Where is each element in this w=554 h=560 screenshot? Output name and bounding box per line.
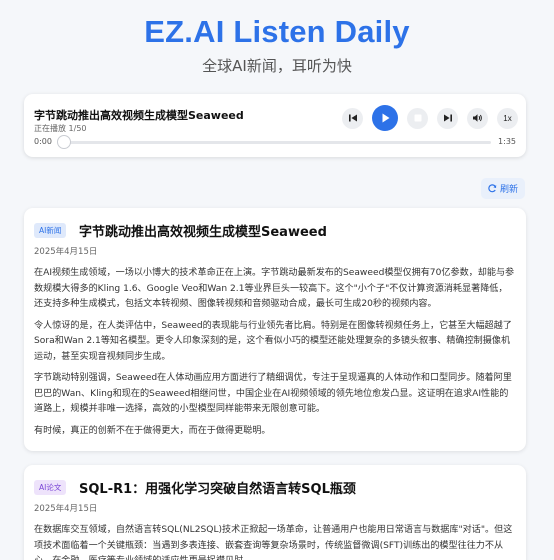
volume-button[interactable] <box>467 107 488 129</box>
progress-track[interactable] <box>60 141 491 144</box>
total-duration: 1:35 <box>498 137 516 146</box>
refresh-label: 刷新 <box>499 185 518 195</box>
playback-status: 正在播放 1/50 <box>34 124 87 133</box>
previous-button[interactable] <box>342 107 363 129</box>
stop-button[interactable] <box>407 107 428 129</box>
article-paragraph: 在数据库交互领域，自然语言转SQL(NL2SQL)技术正掀起一场革命，让普通用户… <box>34 525 513 560</box>
volume-icon <box>473 114 482 122</box>
play-button[interactable] <box>372 105 398 131</box>
skip-forward-icon <box>443 114 452 122</box>
news-card[interactable]: AI新闻 字节跳动推出高效视频生成模型Seaweed 2025年4月15日 在A… <box>24 208 526 451</box>
now-playing-title: 字节跳动推出高效视频生成模型Seaweed <box>34 109 244 122</box>
category-badge: AI新闻 <box>34 223 67 238</box>
audio-player: 字节跳动推出高效视频生成模型Seaweed 正在播放 1/50 1x 0:00 … <box>24 94 526 157</box>
article-paragraph: 有时候，真正的创新不在于做得更大，而在于做得更聪明。 <box>34 425 271 436</box>
article-paragraph: 令人惊讶的是，在人类评估中，Seaweed的表现能与行业领先者比肩。特别是在图像… <box>34 320 512 362</box>
article-body: 在AI视频生成领域，一场以小博大的技术革命正在上演。字节跳动最新发布的Seawe… <box>34 266 516 445</box>
article-paragraph: 字节跳动特别强调，Seaweed在人体动画应用方面进行了精细调优，专注于呈现逼真… <box>34 373 512 414</box>
current-time: 0:00 <box>34 137 52 146</box>
article-date: 2025年4月15日 <box>34 504 98 514</box>
app-header: EZ.AI Listen Daily 全球AI新闻，耳听为快 <box>0 0 554 76</box>
article-body: 在数据库交互领域，自然语言转SQL(NL2SQL)技术正掀起一场革命，让普通用户… <box>34 523 516 560</box>
app-title: EZ.AI Listen Daily <box>144 14 410 49</box>
article-paragraph: 在AI视频生成领域，一场以小博大的技术革命正在上演。字节跳动最新发布的Seawe… <box>34 268 515 309</box>
app-subtitle: 全球AI新闻，耳听为快 <box>202 57 352 75</box>
refresh-button[interactable]: 刷新 <box>481 178 525 199</box>
player-controls: 1x <box>333 105 518 131</box>
news-card[interactable]: AI论文 SQL-R1：用强化学习突破自然语言转SQL瓶颈 2025年4月15日… <box>24 465 526 560</box>
next-button[interactable] <box>437 107 458 129</box>
article-date: 2025年4月15日 <box>34 247 98 257</box>
refresh-icon <box>488 184 497 193</box>
article-title[interactable]: SQL-R1：用强化学习突破自然语言转SQL瓶颈 <box>79 478 356 497</box>
article-title[interactable]: 字节跳动推出高效视频生成模型Seaweed <box>79 221 327 240</box>
play-icon <box>382 113 390 123</box>
category-badge: AI论文 <box>34 480 67 495</box>
stop-icon <box>414 114 421 122</box>
progress-handle[interactable] <box>57 135 71 149</box>
skip-back-icon <box>348 114 357 122</box>
speed-button[interactable]: 1x <box>497 107 518 129</box>
